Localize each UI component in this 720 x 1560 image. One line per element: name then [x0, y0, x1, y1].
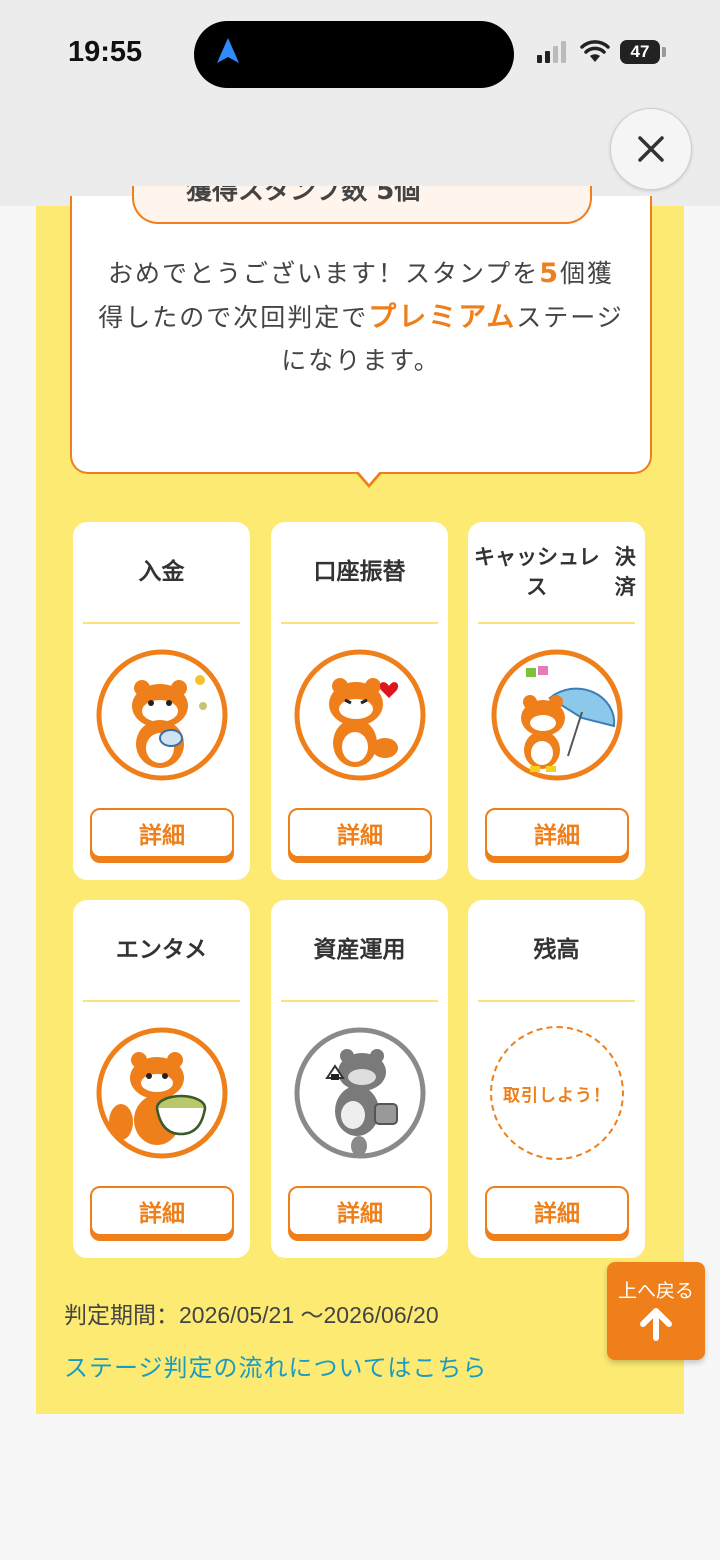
card-divider — [478, 1000, 635, 1002]
dynamic-island — [194, 21, 514, 88]
close-button[interactable] — [610, 108, 692, 190]
card-title: 残高 — [533, 937, 580, 963]
stamp-card-account-transfer: 口座振替 詳細 — [271, 522, 448, 880]
stamp-count-text: 獲得スタンプ数 5個 — [186, 186, 421, 206]
detail-button[interactable]: 詳細 — [485, 808, 629, 858]
stamp-count: 5 — [539, 258, 561, 289]
stage-name: プレミアム — [368, 300, 517, 333]
detail-button[interactable]: 詳細 — [90, 808, 234, 858]
navigation-arrow-icon — [217, 38, 239, 63]
card-title: 入金 — [138, 559, 185, 585]
detail-button[interactable]: 詳細 — [90, 1186, 234, 1236]
card-divider — [83, 1000, 240, 1002]
status-bar: 19:55 47 — [0, 0, 720, 108]
stamp-message-box: 獲得スタンプ数 5個 おめでとうございます！スタンプを5個獲得したので次回判定で… — [70, 186, 652, 474]
card-divider — [83, 622, 240, 624]
raccoon-umbrella-stamp-icon — [491, 649, 623, 781]
stamp-card-entertainment: エンタメ 詳細 — [73, 900, 250, 1258]
card-title-line: 決済 — [614, 545, 636, 599]
page-bottom — [0, 1414, 720, 1560]
card-title-line: キャッシュレス — [473, 545, 600, 599]
speech-tail-inner — [357, 470, 381, 484]
arrow-up-icon — [640, 1308, 672, 1341]
detail-button[interactable]: 詳細 — [288, 1186, 432, 1236]
back-to-top-label: 上へ戻る — [617, 1280, 694, 1302]
stamp-count-pill: 獲得スタンプ数 5個 — [132, 186, 592, 224]
stage-flow-link[interactable]: ステージ判定の流れについてはこちら — [64, 1348, 487, 1383]
signal-icon — [537, 41, 566, 63]
battery-tip — [662, 47, 666, 57]
card-title: エンタメ — [115, 937, 208, 963]
card-divider — [281, 1000, 438, 1002]
raccoon-heart-stamp-icon — [294, 649, 426, 781]
card-title: キャッシュレス 決済 — [468, 522, 645, 622]
stamp-panel: 獲得スタンプ数 5個 おめでとうございます！スタンプを5個獲得したので次回判定で… — [36, 186, 684, 1414]
judgement-period: 判定期間：2026/05/21 〜2026/06/20 — [64, 1302, 439, 1328]
card-title: 口座振替 — [313, 559, 406, 585]
detail-button[interactable]: 詳細 — [288, 808, 432, 858]
wifi-icon — [580, 40, 610, 62]
status-time: 19:55 — [68, 36, 143, 68]
message-text: おめでとうございます！スタンプを — [107, 259, 540, 288]
battery-icon: 47 — [620, 40, 660, 64]
detail-button[interactable]: 詳細 — [485, 1186, 629, 1236]
card-title: 資産運用 — [313, 937, 406, 963]
back-to-top-button[interactable]: 上へ戻る — [607, 1262, 705, 1360]
raccoon-inactive-stamp-icon — [294, 1027, 426, 1159]
raccoon-stamp-icon — [96, 649, 228, 781]
stamp-card-deposit: 入金 詳細 — [73, 522, 250, 880]
stamp-card-cashless: キャッシュレス 決済 詳細 — [468, 522, 645, 880]
empty-stamp-placeholder: 取引しよう！ — [490, 1026, 624, 1160]
close-icon — [638, 136, 664, 162]
stamp-card-balance: 残高 取引しよう！ 詳細 — [468, 900, 645, 1258]
stamp-card-asset-management: 資産運用 詳細 — [271, 900, 448, 1258]
congrats-message: おめでとうございます！スタンプを5個獲得したので次回判定でプレミアムステージにな… — [96, 252, 626, 382]
card-divider — [281, 622, 438, 624]
card-divider — [478, 622, 635, 624]
raccoon-tea-stamp-icon — [96, 1027, 228, 1159]
